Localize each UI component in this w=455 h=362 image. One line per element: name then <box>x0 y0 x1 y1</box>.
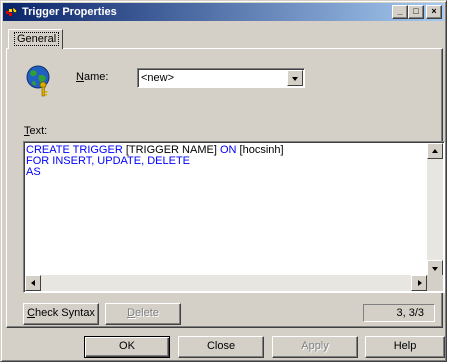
chevron-down-icon <box>292 77 298 81</box>
scrollbar-corner <box>427 275 443 291</box>
trigger-text-editor[interactable]: CREATE TRIGGER [TRIGGER NAME] ON [hocsin… <box>23 141 445 293</box>
delete-button[interactable]: Delete <box>105 303 181 325</box>
window-title: Trigger Properties <box>22 6 117 18</box>
code-line: AS <box>26 167 284 178</box>
help-button[interactable]: Help <box>365 336 445 358</box>
code-keyword: AS <box>26 166 41 178</box>
cursor-position-indicator: 3, 3/3 <box>363 304 435 322</box>
arrow-down-icon <box>432 267 438 271</box>
ok-button[interactable]: OK <box>84 336 170 358</box>
code-line: FOR INSERT, UPDATE, DELETE <box>26 156 284 167</box>
trigger-code: CREATE TRIGGER [TRIGGER NAME] ON [hocsin… <box>26 145 284 178</box>
scroll-left-button[interactable] <box>25 275 41 291</box>
check-syntax-button[interactable]: Check Syntax <box>23 303 99 325</box>
name-dropdown-button[interactable] <box>287 70 303 86</box>
minimize-button[interactable]: _ <box>392 5 408 19</box>
name-combobox-value: <new> <box>141 72 175 84</box>
app-icon <box>5 5 19 19</box>
scroll-down-button[interactable] <box>427 260 443 276</box>
tab-general[interactable]: General <box>8 29 63 49</box>
tab-general-label: General <box>14 32 60 46</box>
code-text: [hocsinh] <box>236 144 284 156</box>
globe-key-icon <box>26 65 52 97</box>
trigger-properties-dialog: Trigger Properties _ □ × General Name: <… <box>0 0 447 362</box>
close-window-button[interactable]: × <box>426 5 442 19</box>
apply-button[interactable]: Apply <box>272 336 358 358</box>
arrow-up-icon <box>432 149 438 153</box>
name-label: Name: <box>76 71 109 83</box>
horizontal-scrollbar[interactable] <box>25 275 427 291</box>
close-button[interactable]: Close <box>178 336 264 358</box>
maximize-button[interactable]: □ <box>408 5 424 19</box>
arrow-left-icon <box>31 280 35 286</box>
title-bar[interactable]: Trigger Properties _ □ × <box>3 3 444 21</box>
scroll-up-button[interactable] <box>427 143 443 159</box>
code-keyword: ON <box>219 144 237 156</box>
code-keyword: FOR INSERT, UPDATE, DELETE <box>26 155 191 167</box>
name-combobox[interactable]: <new> <box>137 68 305 88</box>
arrow-right-icon <box>418 280 422 286</box>
text-label: Text: <box>24 125 48 137</box>
scroll-right-button[interactable] <box>411 275 427 291</box>
vertical-scrollbar[interactable] <box>427 143 443 276</box>
